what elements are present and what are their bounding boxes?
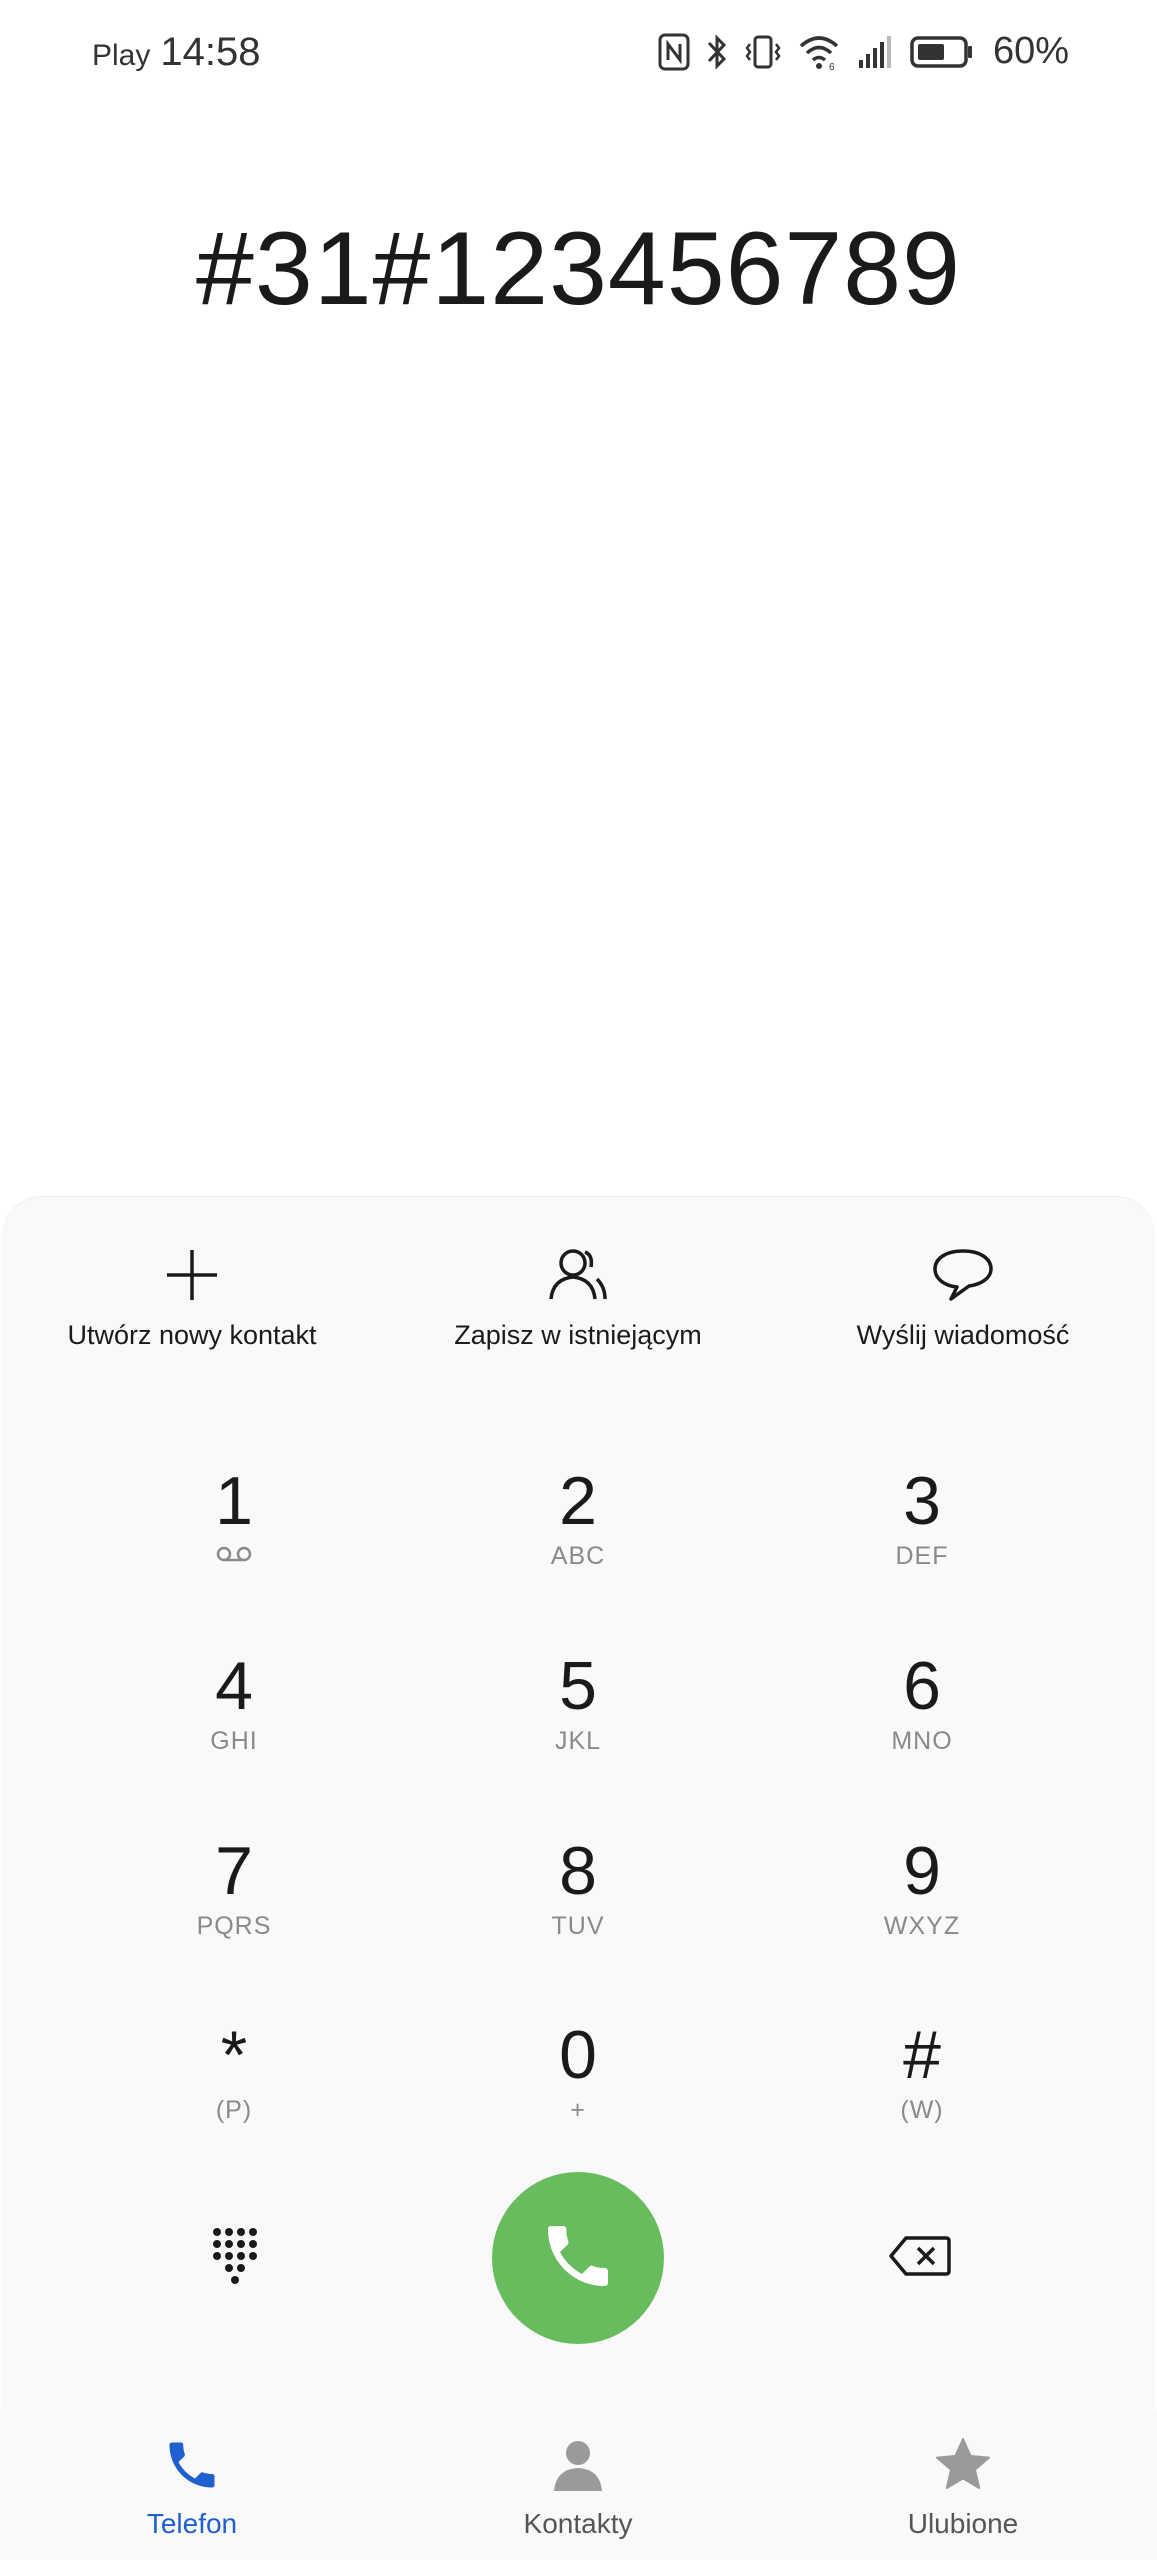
save-existing-label: Zapisz w istniejącym <box>454 1320 702 1350</box>
hide-keypad-button[interactable] <box>174 2198 294 2318</box>
key-digit: 8 <box>559 1833 597 1909</box>
key-letters: WXYZ <box>883 1912 961 1940</box>
nav-label: Ulubione <box>907 2508 1019 2539</box>
wifi-icon: 6 <box>797 32 841 72</box>
status-bar: Play 14:58 6 60% <box>0 0 1157 110</box>
bottom-nav: Telefon Kontakty Ulubione <box>0 2410 1157 2560</box>
message-icon <box>783 1240 1143 1310</box>
key-letters: + <box>570 2096 586 2124</box>
status-left: Play 14:58 <box>92 30 260 75</box>
key-digit: 4 <box>215 1648 253 1724</box>
key-digit: 6 <box>903 1648 941 1724</box>
backspace-icon <box>888 2234 952 2283</box>
dialed-number[interactable]: #31#123456789 <box>0 210 1157 329</box>
key-digit: # <box>903 2017 941 2093</box>
send-message-button[interactable]: Wyślij wiadomość <box>783 1240 1143 1351</box>
key-digit: 7 <box>215 1833 253 1909</box>
nav-tab-phone[interactable]: Telefon <box>62 2432 322 2540</box>
key-digit: * <box>220 2017 248 2093</box>
key-letters: JKL <box>554 1727 602 1755</box>
key-letters: PQRS <box>196 1912 272 1940</box>
key-8[interactable]: 8 TUV <box>458 1834 698 1994</box>
key-digit: 5 <box>559 1648 597 1724</box>
clock: 14:58 <box>160 30 261 74</box>
key-letters: (W) <box>900 2096 944 2124</box>
battery-percent: 60% <box>992 30 1069 72</box>
key-letters: DEF <box>895 1542 949 1570</box>
key-letters: TUV <box>551 1912 605 1940</box>
key-digit: 3 <box>903 1463 941 1539</box>
status-right: 6 60% <box>657 30 1069 73</box>
key-3[interactable]: 3 DEF <box>802 1464 1042 1624</box>
create-contact-label: Utwórz nowy kontakt <box>67 1320 317 1350</box>
key-digit: 9 <box>903 1833 941 1909</box>
person-icon <box>448 2432 708 2498</box>
key-2[interactable]: 2 ABC <box>458 1464 698 1624</box>
plus-icon <box>12 1240 372 1310</box>
save-existing-button[interactable]: Zapisz w istniejącym <box>398 1240 758 1351</box>
svg-text:6: 6 <box>829 62 835 72</box>
key-letters: (P) <box>215 2096 253 2124</box>
phone-icon <box>538 2216 618 2301</box>
voicemail-icon <box>114 1542 354 1574</box>
key-hash[interactable]: # (W) <box>802 2018 1042 2178</box>
key-0[interactable]: 0 + <box>458 2018 698 2178</box>
key-digit: 0 <box>559 2017 597 2093</box>
key-7[interactable]: 7 PQRS <box>114 1834 354 1994</box>
key-4[interactable]: 4 GHI <box>114 1649 354 1809</box>
create-contact-button[interactable]: Utwórz nowy kontakt <box>12 1240 372 1351</box>
call-button[interactable] <box>492 2172 664 2344</box>
vibrate-icon <box>743 32 783 72</box>
nav-tab-contacts[interactable]: Kontakty <box>448 2432 708 2540</box>
carrier-name: Play <box>92 39 151 72</box>
key-9[interactable]: 9 WXYZ <box>802 1834 1042 1994</box>
key-6[interactable]: 6 MNO <box>802 1649 1042 1809</box>
battery-icon <box>909 32 975 72</box>
key-letters: GHI <box>210 1727 258 1755</box>
key-5[interactable]: 5 JKL <box>458 1649 698 1809</box>
signal-icon <box>855 32 895 72</box>
key-letters: MNO <box>891 1727 953 1755</box>
key-star[interactable]: * (P) <box>114 2018 354 2178</box>
backspace-button[interactable] <box>860 2198 980 2318</box>
nav-label: Kontakty <box>523 2508 633 2539</box>
action-row: Utwórz nowy kontakt Zapisz w istniejącym… <box>0 1240 1157 1360</box>
nav-tab-favorites[interactable]: Ulubione <box>833 2432 1093 2540</box>
bluetooth-icon <box>705 32 729 72</box>
send-message-label: Wyślij wiadomość <box>856 1320 1070 1350</box>
key-1[interactable]: 1 <box>114 1464 354 1624</box>
phone-icon <box>62 2432 322 2498</box>
star-icon <box>833 2432 1093 2498</box>
contact-icon <box>398 1240 758 1310</box>
dialpad-icon <box>209 2226 259 2291</box>
key-digit: 2 <box>559 1463 597 1539</box>
key-letters: ABC <box>550 1542 606 1570</box>
nfc-icon <box>657 32 691 72</box>
nav-label: Telefon <box>146 2508 238 2539</box>
key-digit: 1 <box>215 1463 253 1539</box>
